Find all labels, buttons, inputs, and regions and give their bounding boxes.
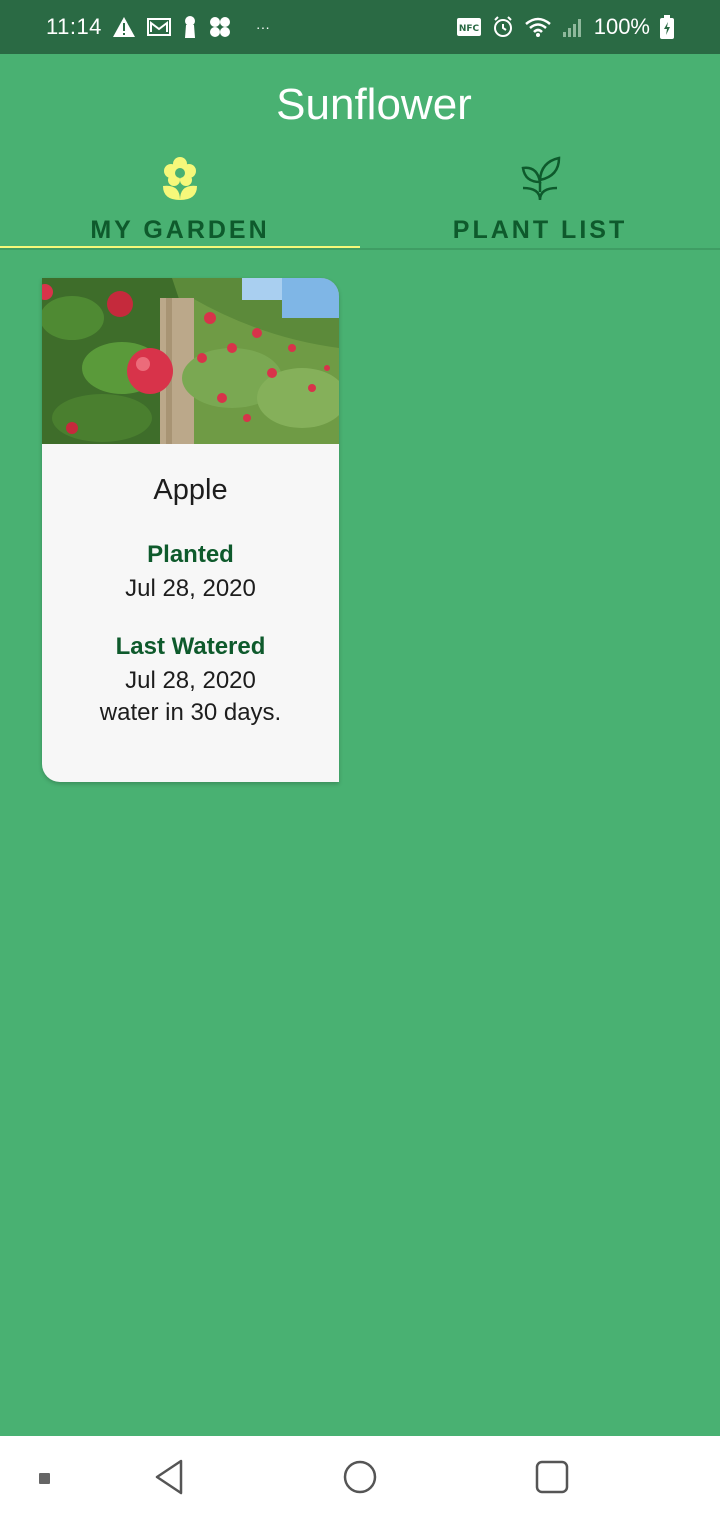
last-watered-label: Last Watered xyxy=(115,633,266,660)
last-watered-date: Jul 28, 2020 xyxy=(125,667,256,694)
alarm-icon xyxy=(492,16,514,38)
back-icon[interactable] xyxy=(152,1458,186,1501)
wifi-icon xyxy=(524,16,552,38)
home-icon[interactable] xyxy=(342,1458,378,1501)
planted-date: Jul 28, 2020 xyxy=(125,575,256,602)
svg-text:NFC: NFC xyxy=(459,24,480,34)
warning-icon xyxy=(112,16,136,38)
mail-icon xyxy=(146,16,172,38)
planted-label: Planted xyxy=(147,541,234,568)
app-title: Sunflower xyxy=(276,80,472,129)
water-interval: water in 30 days. xyxy=(99,699,282,726)
plant-name: Apple xyxy=(153,474,228,506)
app-bar-divider xyxy=(0,248,720,250)
plant-image xyxy=(42,278,339,444)
app-bar: Sunflower MY GARDEN PLANT LIST xyxy=(0,54,720,250)
fan-icon xyxy=(208,15,232,39)
plant-card-body: Apple Planted Jul 28, 2020 Last Watered … xyxy=(42,474,339,727)
status-left: 11:14 ··· xyxy=(46,14,270,40)
tab-plant-list[interactable]: PLANT LIST xyxy=(360,150,720,250)
tab-bar: MY GARDEN PLANT LIST xyxy=(0,150,720,250)
battery-percent: 100% xyxy=(593,14,650,39)
plant-card[interactable]: Apple Planted Jul 28, 2020 Last Watered … xyxy=(42,278,339,782)
tab-my-garden[interactable]: MY GARDEN xyxy=(0,150,360,250)
flower-icon xyxy=(161,154,199,202)
tab-label-plant-list: PLANT LIST xyxy=(452,216,628,244)
tab-label-my-garden: MY GARDEN xyxy=(90,216,270,244)
signal-icon xyxy=(562,16,584,38)
status-bar: 11:14 ··· NFC 100% xyxy=(0,0,720,54)
more-icon: ··· xyxy=(255,19,270,35)
sprout-icon xyxy=(519,154,561,202)
status-time: 11:14 xyxy=(46,14,102,39)
battery-icon xyxy=(660,15,674,39)
system-nav-bar xyxy=(0,1436,720,1520)
status-right: NFC 100% xyxy=(456,14,674,40)
menu-dot-icon[interactable] xyxy=(38,1472,52,1491)
recents-icon[interactable] xyxy=(534,1458,570,1501)
keyhole-icon xyxy=(182,15,198,39)
nfc-icon: NFC xyxy=(456,17,482,37)
